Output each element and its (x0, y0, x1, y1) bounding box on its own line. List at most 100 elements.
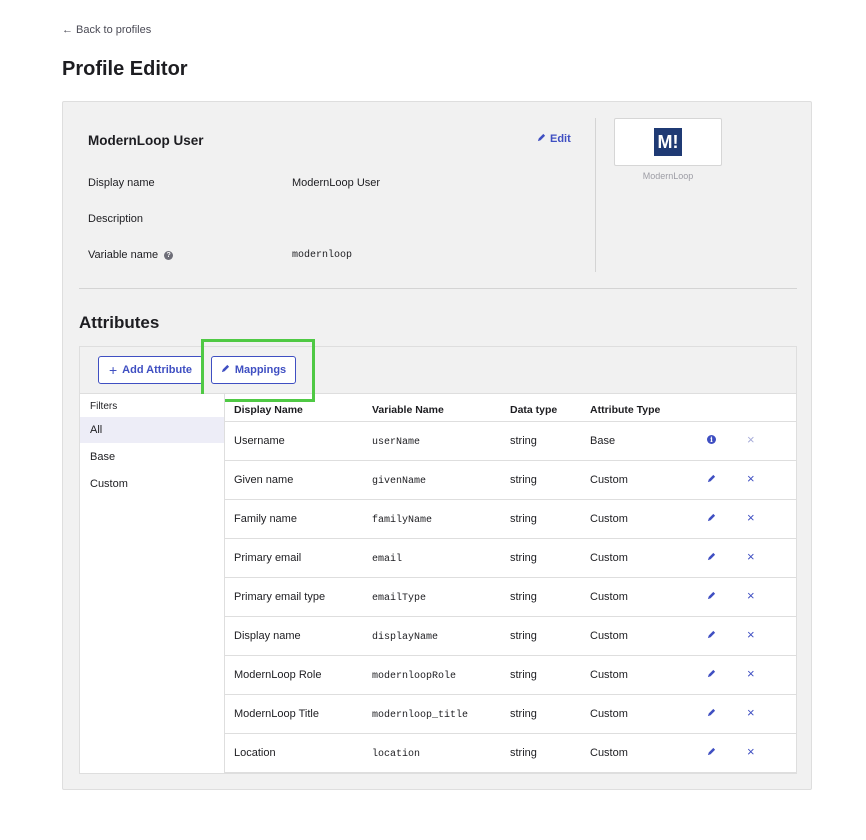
profile-name: ModernLoop User (88, 133, 204, 148)
cell-data-type: string (510, 747, 537, 759)
close-icon[interactable]: × (747, 589, 755, 602)
table-header: Display Name Variable Name Data type Att… (225, 394, 796, 422)
vertical-divider (595, 118, 596, 272)
cell-display-name: Family name (234, 513, 297, 525)
description-label: Description (88, 213, 144, 225)
plus-icon: + (108, 362, 118, 378)
attributes-title: Attributes (79, 313, 160, 332)
filters-sidebar: Filters All Base Custom (80, 394, 225, 773)
close-icon[interactable]: × (747, 745, 755, 758)
cell-display-name: ModernLoop Title (234, 708, 319, 720)
cell-attribute-type: Custom (590, 474, 628, 486)
pencil-icon[interactable] (707, 747, 716, 756)
cell-display-name: Location (234, 747, 276, 759)
pencil-icon[interactable] (707, 513, 716, 522)
cell-variable-name: emailType (372, 593, 427, 604)
close-icon[interactable]: × (747, 628, 755, 641)
attributes-panel: + Add Attribute Mappings Filters All Bas… (79, 339, 797, 774)
cell-display-name: Given name (234, 474, 294, 486)
table-row: ModernLoop Role modernloopRole string Custo… (225, 656, 796, 695)
help-icon[interactable]: ? (164, 250, 174, 260)
table-row: Given name givenName string Custom × (225, 461, 796, 500)
pencil-icon[interactable] (707, 552, 716, 561)
close-icon[interactable]: × (747, 667, 755, 680)
mappings-highlight-box (201, 339, 315, 402)
back-to-profiles-link[interactable]: ← Back to profiles (62, 24, 151, 36)
app-logo: M! (614, 118, 722, 166)
cell-variable-name: givenName (372, 476, 427, 487)
table-row: ModernLoop Title modernloop_title string Cu… (225, 695, 796, 734)
cell-variable-name: userName (372, 437, 421, 448)
cell-data-type: string (510, 669, 537, 681)
table-row: Primary email type emailType string Custom × (225, 578, 796, 617)
add-attribute-button[interactable]: + Add Attribute (98, 356, 203, 384)
info-icon[interactable]: i (707, 435, 716, 444)
cell-display-name: ModernLoop Role (234, 669, 322, 681)
edit-label: Edit (550, 133, 571, 145)
attributes-table: Display Name Variable Name Data type Att… (225, 394, 796, 773)
pencil-icon[interactable] (707, 669, 716, 678)
cell-attribute-type: Custom (590, 708, 628, 720)
cell-variable-name: modernloopRole (372, 671, 457, 682)
display-name-label: Display name (88, 177, 155, 189)
col-display-name: Display Name (234, 404, 303, 416)
add-attribute-label: Add Attribute (122, 364, 193, 376)
close-icon[interactable]: × (747, 706, 755, 719)
cell-variable-name: modernloop_title (372, 710, 469, 721)
cell-variable-name: location (372, 749, 421, 760)
arrow-left-icon: ← (62, 24, 73, 36)
pencil-icon[interactable] (707, 708, 716, 717)
close-icon[interactable]: × (747, 550, 755, 563)
profile-panel: ModernLoop User Edit Display name Modern… (62, 101, 812, 790)
profile-info: ModernLoop User Edit Display name Modern… (63, 102, 596, 274)
logo-caption: ModernLoop (642, 171, 694, 181)
cell-attribute-type: Custom (590, 552, 628, 564)
filter-base[interactable]: Base (80, 444, 224, 470)
variable-name-value: modernloop (292, 250, 353, 261)
cell-data-type: string (510, 435, 537, 447)
table-row: Username userName string Base i × (225, 422, 796, 461)
table-row: Primary email email string Custom × (225, 539, 796, 578)
cell-data-type: string (510, 552, 537, 564)
cell-display-name: Primary email (234, 552, 302, 564)
close-icon[interactable]: × (747, 511, 755, 524)
section-divider (79, 288, 797, 289)
attributes-toolbar: + Add Attribute Mappings (80, 339, 796, 402)
display-name-value: ModernLoop User (292, 177, 381, 189)
cell-attribute-type: Custom (590, 747, 628, 759)
col-data-type: Data type (510, 404, 558, 416)
cell-attribute-type: Custom (590, 630, 628, 642)
table-row: Location location string Custom × (225, 734, 796, 773)
pencil-icon[interactable] (707, 591, 716, 600)
cell-data-type: string (510, 630, 537, 642)
cell-data-type: string (510, 708, 537, 720)
page-title: Profile Editor (62, 58, 188, 80)
table-row: Display name displayName string Custom × (225, 617, 796, 656)
cell-variable-name: familyName (372, 515, 433, 526)
modernloop-logo-icon: M! (654, 128, 682, 156)
edit-profile-button[interactable]: Edit (537, 133, 571, 145)
cell-display-name: Display name (234, 630, 301, 642)
filter-custom[interactable]: Custom (80, 471, 224, 497)
cell-attribute-type: Custom (590, 669, 628, 681)
variable-name-label: Variable name ? (88, 249, 174, 261)
col-variable-name: Variable Name (372, 404, 444, 416)
pencil-icon[interactable] (707, 474, 716, 483)
filters-title: Filters (90, 401, 118, 412)
col-attribute-type: Attribute Type (590, 404, 661, 416)
cell-variable-name: displayName (372, 632, 439, 643)
cell-attribute-type: Custom (590, 591, 628, 603)
close-icon[interactable]: × (747, 472, 755, 485)
cell-display-name: Primary email type (234, 591, 326, 603)
table-row: Family name familyName string Custom × (225, 500, 796, 539)
pencil-icon (537, 133, 546, 145)
cell-data-type: string (510, 513, 537, 525)
close-icon: × (747, 432, 755, 447)
filter-all[interactable]: All (80, 417, 224, 443)
back-link-label: Back to profiles (76, 24, 152, 36)
cell-data-type: string (510, 591, 537, 603)
cell-attribute-type: Base (590, 435, 616, 447)
cell-display-name: Username (234, 435, 285, 447)
cell-attribute-type: Custom (590, 513, 628, 525)
pencil-icon[interactable] (707, 630, 716, 639)
